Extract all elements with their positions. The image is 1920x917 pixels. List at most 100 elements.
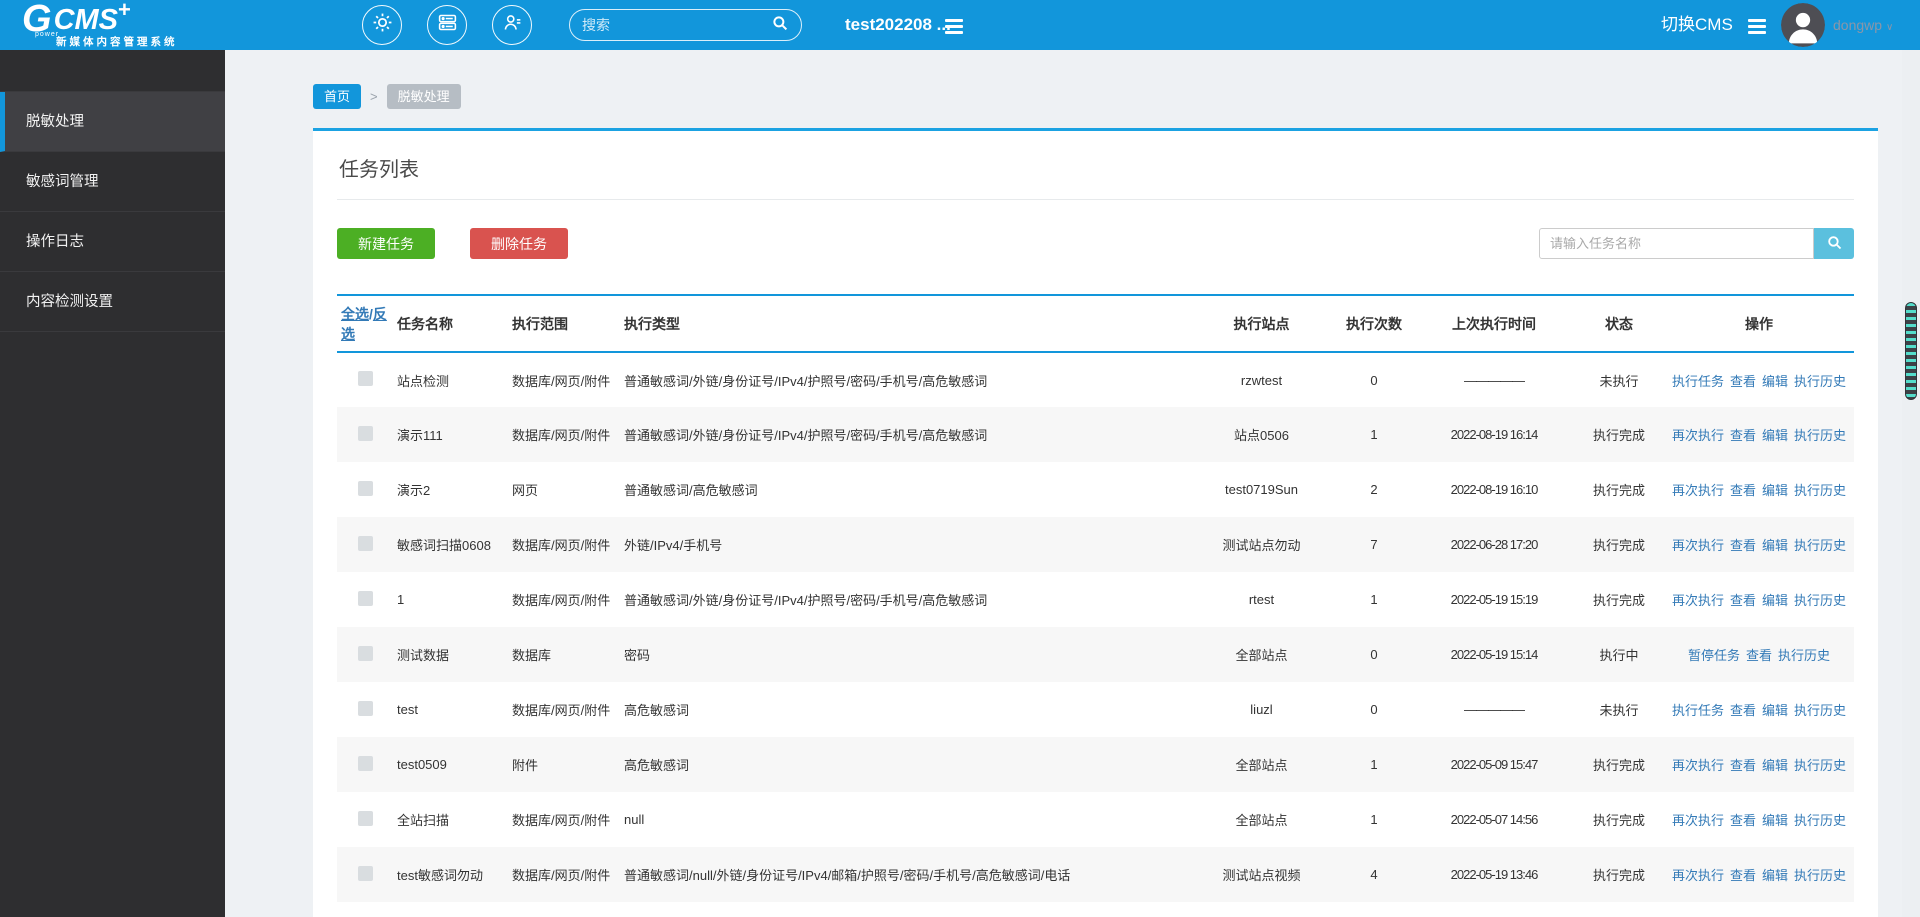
task-status-cell: 未执行 (1599, 703, 1639, 718)
action-link[interactable]: 再次执行 (1672, 593, 1724, 608)
action-link[interactable]: 执行历史 (1794, 374, 1846, 389)
action-link[interactable]: 再次执行 (1672, 758, 1724, 773)
task-name-cell: 1 (397, 592, 405, 607)
modules-button[interactable] (427, 5, 467, 45)
action-link[interactable]: 查看 (1730, 593, 1756, 608)
task-actions-cell: 再次执行 查看 编辑 执行历史 (1664, 572, 1854, 627)
task-scope-cell: 附件 (512, 758, 539, 773)
row-checkbox[interactable] (357, 590, 373, 606)
gear-icon (372, 12, 393, 38)
task-count-cell: 0 (1370, 647, 1378, 662)
action-link[interactable]: 编辑 (1762, 374, 1788, 389)
scrollbar-track[interactable] (1902, 50, 1920, 917)
search-icon[interactable] (771, 14, 789, 37)
create-task-button[interactable]: 新建任务 (337, 228, 435, 259)
top-bar: Gpower CMS+ 新媒体内容管理系统 搜索 test202208 ... … (0, 0, 1920, 50)
action-link[interactable]: 暂停任务 (1688, 648, 1740, 663)
action-link[interactable]: 编辑 (1762, 813, 1788, 828)
sidebar-item-sensitive-words[interactable]: 敏感词管理 (0, 152, 225, 212)
action-link[interactable]: 执行历史 (1794, 758, 1846, 773)
table-row: 演示2 网页 普通敏感词/高危敏感词 test0719Sun 2 2022-08… (337, 462, 1854, 517)
action-link[interactable]: 编辑 (1762, 868, 1788, 883)
action-link[interactable]: 执行历史 (1794, 428, 1846, 443)
switch-cms-link[interactable]: 切换CMS (1661, 0, 1733, 50)
action-link[interactable]: 编辑 (1762, 703, 1788, 718)
user-manage-button[interactable] (492, 5, 532, 45)
action-link[interactable]: 执行历史 (1794, 813, 1846, 828)
action-link[interactable]: 执行任务 (1672, 374, 1724, 389)
action-link[interactable]: 执行历史 (1794, 483, 1846, 498)
row-checkbox[interactable] (357, 755, 373, 771)
task-name-cell: 全站扫描 (397, 813, 450, 828)
row-checkbox[interactable] (357, 425, 373, 441)
task-actions-cell: 再次执行 查看 编辑 执行历史 (1664, 737, 1854, 792)
action-link[interactable]: 编辑 (1762, 758, 1788, 773)
task-type-cell: 普通敏感词/外链/身份证号/IPv4/护照号/密码/手机号/高危敏感词 (624, 593, 988, 608)
settings-button[interactable] (362, 5, 402, 45)
action-link[interactable]: 查看 (1730, 868, 1756, 883)
table-row: test敏感词勿动 数据库/网页/附件 普通敏感词/null/外链/身份证号/I… (337, 847, 1854, 902)
site-menu-icon[interactable] (945, 19, 963, 34)
row-checkbox[interactable] (357, 480, 373, 496)
task-type-cell: 高危敏感词 (624, 758, 690, 773)
select-header: 全选/反选 (341, 305, 387, 342)
action-link[interactable]: 查看 (1730, 703, 1756, 718)
task-name-search-input[interactable] (1539, 228, 1814, 259)
action-link[interactable]: 查看 (1746, 648, 1772, 663)
column-header: 上次执行时间 (1452, 315, 1536, 332)
scrollbar-thumb[interactable] (1905, 302, 1917, 400)
global-search-input[interactable] (582, 17, 771, 33)
task-status-cell: 执行完成 (1592, 538, 1645, 553)
sidebar-item-desensitization[interactable]: 脱敏处理 (0, 92, 225, 152)
sidebar-item-operation-log[interactable]: 操作日志 (0, 212, 225, 272)
action-link[interactable]: 查看 (1730, 428, 1756, 443)
action-link[interactable]: 执行历史 (1778, 648, 1830, 663)
row-checkbox[interactable] (357, 865, 373, 881)
select-all-link[interactable]: 全选 (341, 306, 369, 322)
row-checkbox[interactable] (357, 810, 373, 826)
task-search-button[interactable] (1814, 228, 1854, 259)
action-link[interactable]: 执行历史 (1794, 593, 1846, 608)
row-checkbox[interactable] (357, 645, 373, 661)
action-link[interactable]: 编辑 (1762, 428, 1788, 443)
table-row: 站点检测 数据库/网页/附件 普通敏感词/外链/身份证号/IPv4/护照号/密码… (337, 352, 1854, 407)
row-checkbox[interactable] (357, 535, 373, 551)
sidebar-item-content-detection[interactable]: 内容检测设置 (0, 272, 225, 332)
site-switcher[interactable]: test202208 ... (845, 0, 951, 50)
action-link[interactable]: 查看 (1730, 538, 1756, 553)
avatar[interactable] (1781, 3, 1825, 47)
breadcrumb-home[interactable]: 首页 (313, 83, 362, 109)
table-row: 演示111 数据库/网页/附件 普通敏感词/外链/身份证号/IPv4/护照号/密… (337, 407, 1854, 462)
delete-task-button[interactable]: 删除任务 (470, 228, 568, 259)
action-link[interactable]: 查看 (1730, 813, 1756, 828)
row-checkbox[interactable] (357, 700, 373, 716)
action-link[interactable]: 再次执行 (1672, 813, 1724, 828)
task-status-cell: 执行完成 (1592, 758, 1645, 773)
app-logo: Gpower CMS+ 新媒体内容管理系统 (22, 0, 178, 49)
task-site-cell: test0719Sun (1224, 482, 1298, 497)
table-row: 1 数据库/网页/附件 普通敏感词/外链/身份证号/IPv4/护照号/密码/手机… (337, 572, 1854, 627)
user-menu[interactable]: dongwp ∨ (1833, 0, 1893, 50)
action-link[interactable]: 执行历史 (1794, 538, 1846, 553)
task-scope-cell: 数据库/网页/附件 (512, 813, 611, 828)
action-link[interactable]: 编辑 (1762, 593, 1788, 608)
action-link[interactable]: 再次执行 (1672, 868, 1724, 883)
app-menu-icon[interactable] (1748, 19, 1766, 34)
task-last-time-cell: 2022-08-19 16:10 (1450, 482, 1539, 497)
action-link[interactable]: 查看 (1730, 758, 1756, 773)
action-link[interactable]: 查看 (1730, 483, 1756, 498)
action-link[interactable]: 查看 (1730, 374, 1756, 389)
action-link[interactable]: 执行历史 (1794, 703, 1846, 718)
action-link[interactable]: 编辑 (1762, 483, 1788, 498)
action-link[interactable]: 再次执行 (1672, 483, 1724, 498)
row-checkbox[interactable] (357, 371, 373, 386)
action-link[interactable]: 执行历史 (1794, 868, 1846, 883)
action-link[interactable]: 再次执行 (1672, 428, 1724, 443)
table-row: 测试数据 数据库 密码 全部站点 0 2022-05-19 15:14 执行中 … (337, 627, 1854, 682)
task-name-cell: 演示111 (397, 428, 443, 443)
breadcrumb: 首页 > 脱敏处理 (313, 83, 1878, 109)
action-link[interactable]: 再次执行 (1672, 538, 1724, 553)
action-link[interactable]: 编辑 (1762, 538, 1788, 553)
action-link[interactable]: 执行任务 (1672, 703, 1724, 718)
logo-cms-text: CMS+ (54, 0, 131, 38)
